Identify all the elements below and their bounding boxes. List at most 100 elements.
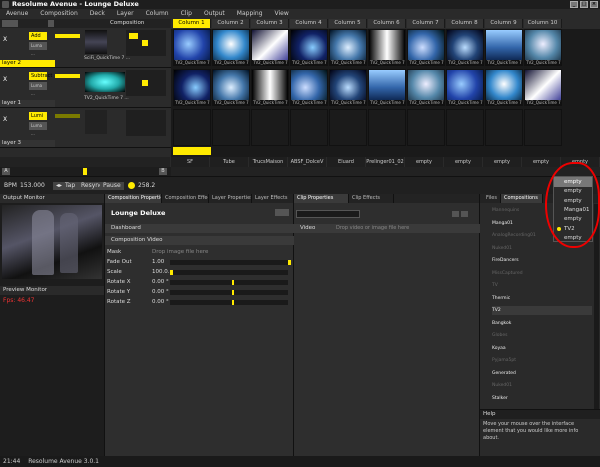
empty-clip-cell[interactable] [485, 109, 523, 146]
blend-mode-button[interactable]: Subtract [29, 72, 52, 80]
clip-cell[interactable]: TV2_QuickTime 7 ... [290, 69, 328, 106]
menu-composition[interactable]: Composition [34, 9, 83, 19]
clip-cell[interactable]: TV2_QuickTime 7 ... [173, 69, 211, 106]
clip-cell[interactable]: TV2_QuickTime 7 ... [290, 29, 328, 66]
clip-cell[interactable]: TV2_QuickTime 7 ... [212, 29, 250, 66]
clip-cell[interactable]: TV2_QuickTime 7 ... [173, 29, 211, 66]
clip-cell[interactable]: TV2_QuickTime 7 ... [251, 29, 289, 66]
layer-clip-thumbnail[interactable] [85, 72, 125, 92]
tab-files[interactable]: Files [483, 194, 501, 203]
empty-clip-cell[interactable] [407, 109, 445, 146]
composition-column[interactable]: ABSF_DolceV [288, 157, 326, 167]
tab-compositions[interactable]: Compositions [501, 194, 543, 203]
param-slider-handle[interactable] [232, 300, 234, 305]
opacity-mode-button[interactable]: Luma ... [29, 42, 47, 56]
clip-cell[interactable]: TV2_QuickTime 7 ... [407, 69, 445, 106]
param-slider[interactable] [170, 300, 288, 305]
clip-cell[interactable]: TV2_QuickTime 7 ... [329, 69, 367, 106]
clip-search-field[interactable] [296, 210, 360, 218]
composition-list-item[interactable]: TV [492, 281, 592, 290]
composition-list-item[interactable]: Koyaa [492, 344, 592, 353]
composition-list-item[interactable]: Nuked01 [492, 381, 592, 390]
composition-video-section[interactable]: Composition Video [105, 236, 294, 245]
empty-clip-cell[interactable] [173, 109, 211, 146]
column-header[interactable]: Column 6 [368, 19, 406, 28]
menu-avenue[interactable]: Avenue [0, 9, 34, 19]
composition-column[interactable]: empty [444, 157, 482, 167]
composition-list-item[interactable]: Stalker [492, 394, 592, 403]
layer-name[interactable]: layer 3 [0, 140, 55, 147]
composition-column[interactable]: empty [522, 157, 560, 167]
column-header[interactable]: Column 10 [524, 19, 562, 28]
layer-clip-thumbnail[interactable] [85, 110, 107, 134]
layer-name[interactable]: layer 2 [0, 60, 55, 67]
layer-close-icon[interactable]: X [1, 116, 9, 124]
column-header[interactable]: Column 2 [212, 19, 250, 28]
menu-column[interactable]: Column [140, 9, 175, 19]
menu-layer[interactable]: Layer [111, 9, 140, 19]
composition-list-item[interactable]: Bangkok [492, 319, 592, 328]
param-slider[interactable] [170, 280, 288, 285]
column-header[interactable]: Column 7 [407, 19, 445, 28]
mask-drop-hint[interactable]: Drop image file here [152, 248, 208, 257]
composition-column[interactable]: Tube [210, 157, 248, 167]
empty-clip-cell[interactable] [212, 109, 250, 146]
composition-list-item[interactable]: Globes [492, 331, 592, 340]
tab-composition-effects[interactable]: Composition Effects [162, 194, 209, 203]
menu-mapping[interactable]: Mapping [231, 9, 269, 19]
minimize-icon[interactable]: _ [570, 1, 578, 8]
opacity-mode-button[interactable]: Luma ... [29, 82, 47, 96]
clip-cell[interactable]: TV2_QuickTime 7 ... [368, 69, 406, 106]
pause-button[interactable]: Pause [100, 182, 124, 190]
clip-nav-right-icon[interactable] [461, 211, 468, 217]
layer-header-s-button[interactable] [48, 20, 54, 27]
param-slider[interactable] [170, 290, 288, 295]
clip-video-drop-hint[interactable]: Drop video or image file here [336, 224, 409, 233]
layer-opacity-slider[interactable] [55, 114, 80, 118]
maximize-icon[interactable]: □ [580, 1, 588, 8]
composition-list-item[interactable]: Nuked01 [492, 244, 592, 253]
crossfader-b-button[interactable]: B [159, 168, 167, 175]
menu-deck[interactable]: Deck [84, 9, 111, 19]
empty-clip-cell[interactable] [329, 109, 367, 146]
empty-clip-cell[interactable] [251, 109, 289, 146]
tab-clip-effects[interactable]: Clip Effects [349, 194, 394, 203]
menu-output[interactable]: Output [198, 9, 231, 19]
tap-button[interactable]: Tap [62, 182, 79, 190]
menu-view[interactable]: View [269, 9, 295, 19]
layer-header-button[interactable] [2, 20, 18, 27]
dashboard-section[interactable]: Dashboard [105, 224, 294, 233]
layer-opacity-slider[interactable] [55, 34, 80, 38]
tab-composition-properties[interactable]: Composition Properties [105, 194, 162, 203]
param-value[interactable]: 1.00 [152, 258, 164, 267]
files-scrollbar[interactable] [594, 204, 599, 409]
crossfader-a-button[interactable]: A [2, 168, 10, 175]
empty-clip-cell[interactable] [524, 109, 562, 146]
column-header[interactable]: Column 3 [251, 19, 289, 28]
layer-clip-thumbnail[interactable] [85, 30, 107, 54]
layer-name[interactable]: layer 1 [0, 100, 55, 107]
empty-clip-cell[interactable] [290, 109, 328, 146]
composition-column[interactable]: Eluard [327, 157, 365, 167]
clip-cell[interactable]: TV2_QuickTime 7 ... [446, 69, 484, 106]
crossfader-handle[interactable] [83, 168, 87, 175]
composition-column[interactable]: Prelinger01_02 [366, 157, 404, 167]
composition-column[interactable]: empty [561, 157, 599, 167]
param-value[interactable]: 0.00 ° [152, 298, 169, 307]
empty-clip-cell[interactable] [368, 109, 406, 146]
play-forward-icon[interactable] [142, 40, 148, 46]
column-header[interactable]: Column 1 [173, 19, 211, 28]
composition-column[interactable]: SF [171, 157, 209, 167]
play-forward-icon[interactable] [142, 80, 148, 86]
clip-cell[interactable]: TV2_QuickTime 7 ... [251, 69, 289, 106]
dropdown-item[interactable]: empty [554, 233, 592, 243]
param-slider-handle[interactable] [232, 280, 234, 285]
layer-close-icon[interactable]: X [1, 36, 9, 44]
column-header[interactable]: Column 9 [485, 19, 523, 28]
clip-cell[interactable]: TV2_QuickTime 7 ... [368, 29, 406, 66]
param-slider-handle[interactable] [232, 290, 234, 295]
composition-list-item[interactable]: FireDancers [492, 256, 592, 265]
param-slider[interactable] [170, 260, 291, 265]
param-value[interactable]: 0.00 ° [152, 288, 169, 297]
empty-clip-cell[interactable] [446, 109, 484, 146]
